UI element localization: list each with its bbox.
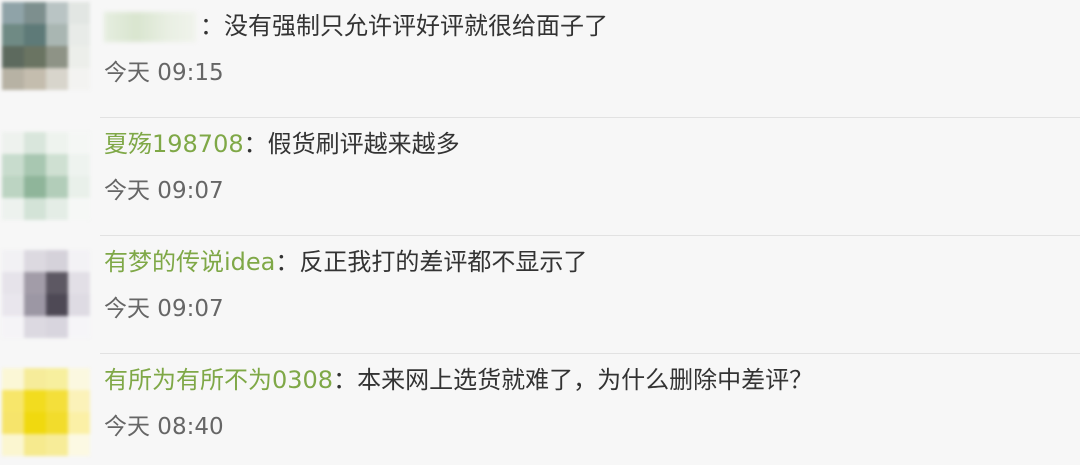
avatar[interactable]: [2, 2, 90, 90]
avatar-pixel: [68, 434, 90, 456]
avatar-pixel: [68, 68, 90, 90]
username-blurred[interactable]: [104, 12, 196, 42]
avatar-pixel: [46, 316, 68, 338]
avatar-pixel: [68, 46, 90, 68]
avatar-pixel: [2, 132, 24, 154]
avatar-pixel: [24, 154, 46, 176]
avatar-pixel: [2, 390, 24, 412]
comment-item: 有梦的传说idea：反正我打的差评都不显示了 今天 09:07: [0, 236, 1080, 354]
avatar-pixel: [2, 272, 24, 294]
avatar-pixel: [46, 434, 68, 456]
comment-item: ：没有强制只允许评好评就很给面子了 今天 09:15: [0, 0, 1080, 118]
avatar-pixel: [2, 294, 24, 316]
avatar-pixel: [24, 2, 46, 24]
avatar-pixel: [2, 434, 24, 456]
avatar-pixel: [24, 176, 46, 198]
avatar-pixel: [24, 294, 46, 316]
comment-time: 今天 08:40: [104, 414, 224, 440]
avatar-pixel: [2, 198, 24, 220]
avatar-pixel: [2, 68, 24, 90]
comment-body: 夏殇198708：假货刷评越来越多 今天 09:07: [104, 128, 1060, 206]
avatar-pixel: [68, 250, 90, 272]
avatar-pixel: [24, 46, 46, 68]
avatar-pixel: [68, 24, 90, 46]
comment-text: 本来网上选货就难了，为什么删除中差评？: [357, 366, 814, 394]
avatar-pixel: [46, 132, 68, 154]
avatar-pixel: [46, 272, 68, 294]
avatar-pixel: [24, 368, 46, 390]
username-link[interactable]: 有梦的传说idea: [104, 248, 275, 276]
comment-separator: ：: [275, 248, 300, 276]
comment-line: ：没有强制只允许评好评就很给面子了: [104, 10, 1060, 42]
avatar-pixel: [24, 434, 46, 456]
avatar[interactable]: [2, 368, 90, 456]
comment-body: 有所为有所不为0308：本来网上选货就难了，为什么删除中差评？ 今天 08:40: [104, 364, 1060, 442]
avatar-pixel: [68, 316, 90, 338]
avatar-pixel: [46, 68, 68, 90]
avatar-pixel: [46, 154, 68, 176]
avatar[interactable]: [2, 132, 90, 220]
avatar-pixel: [2, 46, 24, 68]
avatar-pixel: [46, 2, 68, 24]
comment-line: 有所为有所不为0308：本来网上选货就难了，为什么删除中差评？: [104, 364, 1060, 396]
avatar-pixel: [46, 250, 68, 272]
avatar-pixel: [24, 390, 46, 412]
comment-body: ：没有强制只允许评好评就很给面子了 今天 09:15: [104, 10, 1060, 88]
avatar-pixel: [2, 24, 24, 46]
avatar-pixel: [46, 198, 68, 220]
avatar-pixel: [2, 154, 24, 176]
avatar-pixel: [24, 412, 46, 434]
avatar-pixel: [46, 412, 68, 434]
avatar-pixel: [24, 272, 46, 294]
avatar-pixel: [24, 198, 46, 220]
avatar-pixel: [46, 390, 68, 412]
avatar-pixel: [68, 198, 90, 220]
comment-feed: ：没有强制只允许评好评就很给面子了 今天 09:15 夏殇198708：假货刷评…: [0, 0, 1080, 465]
comment-separator: ：: [243, 130, 268, 158]
username-link[interactable]: 有所为有所不为0308: [104, 366, 333, 394]
avatar-pixel: [68, 272, 90, 294]
avatar-pixel: [24, 250, 46, 272]
avatar-pixel: [2, 368, 24, 390]
avatar-pixel: [46, 176, 68, 198]
comment-time: 今天 09:07: [104, 296, 224, 322]
avatar-pixel: [24, 68, 46, 90]
avatar-pixel: [68, 132, 90, 154]
avatar-pixel: [24, 24, 46, 46]
avatar-pixel: [68, 368, 90, 390]
avatar-pixel: [2, 2, 24, 24]
avatar-pixel: [24, 132, 46, 154]
avatar-pixel: [2, 412, 24, 434]
comment-time: 今天 09:15: [104, 60, 224, 86]
avatar-pixel: [68, 176, 90, 198]
avatar-pixel: [2, 316, 24, 338]
avatar-pixel: [46, 46, 68, 68]
comment-line: 有梦的传说idea：反正我打的差评都不显示了: [104, 246, 1060, 278]
avatar-pixel: [68, 390, 90, 412]
avatar-pixel: [68, 2, 90, 24]
comment-body: 有梦的传说idea：反正我打的差评都不显示了 今天 09:07: [104, 246, 1060, 324]
comment-item: 有所为有所不为0308：本来网上选货就难了，为什么删除中差评？ 今天 08:40: [0, 354, 1080, 465]
comment-separator: ：: [200, 12, 224, 40]
username-link[interactable]: 夏殇198708: [104, 130, 244, 158]
comment-time: 今天 09:07: [104, 178, 224, 204]
avatar-pixel: [2, 250, 24, 272]
comment-text: 没有强制只允许评好评就很给面子了: [224, 12, 608, 40]
comment-line: 夏殇198708：假货刷评越来越多: [104, 128, 1060, 160]
comment-text: 假货刷评越来越多: [267, 130, 460, 158]
avatar-pixel: [2, 176, 24, 198]
comment-text: 反正我打的差评都不显示了: [299, 248, 588, 276]
avatar-pixel: [68, 412, 90, 434]
comment-separator: ：: [333, 366, 358, 394]
avatar-pixel: [46, 294, 68, 316]
comment-item: 夏殇198708：假货刷评越来越多 今天 09:07: [0, 118, 1080, 236]
avatar-pixel: [68, 154, 90, 176]
avatar-pixel: [46, 24, 68, 46]
avatar-pixel: [68, 294, 90, 316]
avatar[interactable]: [2, 250, 90, 338]
avatar-pixel: [24, 316, 46, 338]
avatar-pixel: [46, 368, 68, 390]
